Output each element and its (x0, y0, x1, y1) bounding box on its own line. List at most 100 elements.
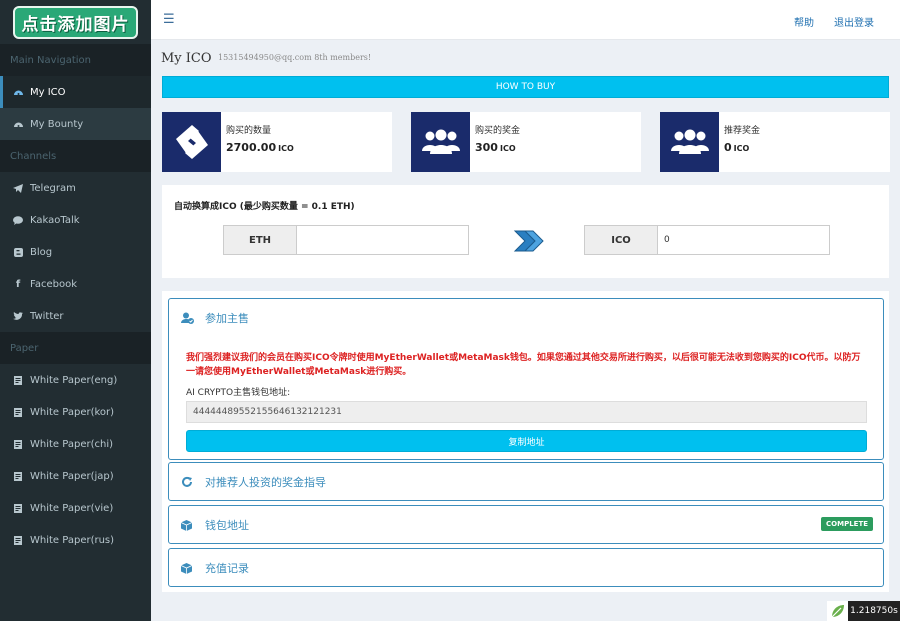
sidebar-item-label: Blog (30, 246, 53, 258)
refresh-icon (181, 476, 195, 488)
user-check-icon (181, 312, 195, 324)
dashboard-icon (12, 88, 24, 96)
sidebar-item-label: Twitter (30, 310, 64, 322)
sidebar-item-twitter[interactable]: Twitter (0, 300, 151, 332)
panel-title: 充值记录 (205, 562, 249, 575)
info-box-referral-bonus: 推荐奖金 0 ICO (660, 112, 890, 172)
address-label: AI CRYPTO主售钱包地址: (186, 388, 291, 398)
panel-title: 对推荐人投资的奖金指导 (205, 476, 326, 489)
users-icon (660, 112, 719, 172)
sidebar-item-label: KakaoTalk (30, 214, 80, 226)
sidebar-item-white-paper-chi[interactable]: White Paper(chi) (0, 428, 151, 460)
document-icon (12, 503, 24, 513)
document-icon (12, 439, 24, 449)
wallet-address-field[interactable]: 444444895521556461321​21231 (186, 401, 867, 423)
debug-timer: 1.218750s (827, 601, 900, 621)
info-box-unit: ICO (733, 144, 750, 153)
ico-logo-icon (162, 112, 221, 172)
eth-addon: ETH (223, 225, 297, 255)
chat-icon (12, 215, 24, 225)
panel-header[interactable]: 钱包地址 (169, 506, 883, 544)
panel-title: 钱包地址 (205, 519, 249, 532)
cube-icon (181, 562, 195, 574)
wallet-warning-text: 我们强烈建议我们的会员在购买ICO令牌时使用MyEtherWallet或Meta… (186, 353, 861, 377)
cube-icon (181, 519, 195, 531)
sidebar-item-label: Facebook (30, 278, 77, 290)
sidebar-item-telegram[interactable]: Telegram (0, 172, 151, 204)
converter-box: 自动换算成ICO (最少购买数量 = 0.1 ETH) ETH ICO 0 (162, 185, 889, 278)
info-box-value: 2700.00 (226, 141, 277, 154)
document-icon (12, 471, 24, 481)
sidebar-item-label: Telegram (30, 182, 76, 194)
info-box-value: 300 (475, 141, 498, 154)
sidebar-item-label: White Paper(kor) (30, 406, 115, 418)
panel-deposit-history[interactable]: 充值记录 (168, 548, 884, 587)
how-to-buy-button[interactable]: HOW TO BUY (162, 76, 889, 98)
accordion-container: 参加主售 我们强烈建议我们的会员在购买ICO令牌时使用MyEtherWallet… (162, 291, 889, 592)
ico-addon: ICO (584, 225, 658, 255)
sidebar-item-label: White Paper(rus) (30, 534, 115, 546)
double-chevron-right-icon (513, 229, 545, 256)
sidebar-item-label: White Paper(eng) (30, 374, 118, 386)
sidebar-item-label: My ICO (30, 86, 66, 98)
sidebar: 点击添加图片 Main Navigation My ICO My Bounty … (0, 0, 151, 621)
facebook-icon: f (15, 278, 21, 290)
panel-referral-guide[interactable]: 对推荐人投资的奖金指导 (168, 462, 884, 501)
sidebar-item-blog[interactable]: Blog (0, 236, 151, 268)
sidebar-item-label: White Paper(vie) (30, 502, 114, 514)
sidebar-item-my-ico[interactable]: My ICO (0, 76, 151, 108)
leaf-logo-icon (827, 601, 848, 621)
sidebar-item-my-bounty[interactable]: My Bounty (0, 108, 151, 140)
ico-output-field[interactable]: 0 (657, 225, 830, 255)
help-link[interactable]: 帮助 (794, 14, 814, 29)
sidebar-item-white-paper-rus[interactable]: White Paper(rus) (0, 524, 151, 556)
sidebar-item-facebook[interactable]: f Facebook (0, 268, 151, 300)
section-header-channels: Channels (0, 140, 151, 172)
logo-area: 点击添加图片 (0, 0, 151, 44)
sidebar-item-kakaotalk[interactable]: KakaoTalk (0, 204, 151, 236)
section-header-paper: Paper (0, 332, 151, 364)
panel-header[interactable]: 参加主售 (169, 299, 883, 337)
blog-icon (12, 247, 24, 257)
info-box-unit: ICO (499, 144, 516, 153)
hamburger-menu-icon[interactable]: ☰ (163, 12, 175, 27)
sidebar-item-label: White Paper(jap) (30, 470, 114, 482)
sidebar-item-label: White Paper(chi) (30, 438, 113, 450)
panel-header[interactable]: 充值记录 (169, 549, 883, 587)
dashboard-icon (12, 120, 24, 128)
sidebar-item-white-paper-jap[interactable]: White Paper(jap) (0, 460, 151, 492)
info-box-value: 0 (724, 141, 732, 154)
logo[interactable]: 点击添加图片 (13, 5, 138, 39)
users-icon (411, 112, 470, 172)
document-icon (12, 407, 24, 417)
info-box-label: 购买的数量 (226, 126, 272, 136)
topbar: ☰ 帮助 退出登录 (151, 0, 900, 40)
document-icon (12, 535, 24, 545)
eth-input[interactable] (296, 225, 469, 255)
main-content: My ICO 15315494950@qq.com 8th members! H… (151, 40, 900, 621)
logout-link[interactable]: 退出登录 (834, 14, 874, 29)
panel-main-sale: 参加主售 我们强烈建议我们的会员在购买ICO令牌时使用MyEtherWallet… (168, 298, 884, 460)
panel-title: 参加主售 (205, 312, 249, 325)
sidebar-item-white-paper-kor[interactable]: White Paper(kor) (0, 396, 151, 428)
info-box-unit: ICO (278, 144, 294, 153)
timer-value: 1.218750s (848, 601, 900, 621)
twitter-icon (12, 312, 24, 320)
telegram-icon (12, 183, 24, 193)
page-subtitle: 15315494950@qq.com 8th members! (218, 53, 372, 62)
sidebar-item-white-paper-eng[interactable]: White Paper(eng) (0, 364, 151, 396)
panel-header[interactable]: 对推荐人投资的奖金指导 (169, 463, 883, 501)
info-box-label: 购买的奖金 (475, 126, 521, 136)
sidebar-item-label: My Bounty (30, 118, 84, 130)
converter-title: 自动换算成ICO (最少购买数量 = 0.1 ETH) (174, 202, 355, 212)
info-box-purchase-bonus: 购买的奖金 300 ICO (411, 112, 641, 172)
section-header-main: Main Navigation (0, 44, 151, 76)
info-box-label: 推荐奖金 (724, 126, 761, 136)
info-box-purchased: 购买的数量 2700.00 ICO (162, 112, 392, 172)
page-title: My ICO (161, 51, 212, 66)
document-icon (12, 375, 24, 385)
panel-wallet-address[interactable]: 钱包地址 COMPLETE (168, 505, 884, 544)
sidebar-item-white-paper-vie[interactable]: White Paper(vie) (0, 492, 151, 524)
copy-address-button[interactable]: 复制地址 (186, 430, 867, 452)
status-badge: COMPLETE (821, 517, 873, 531)
